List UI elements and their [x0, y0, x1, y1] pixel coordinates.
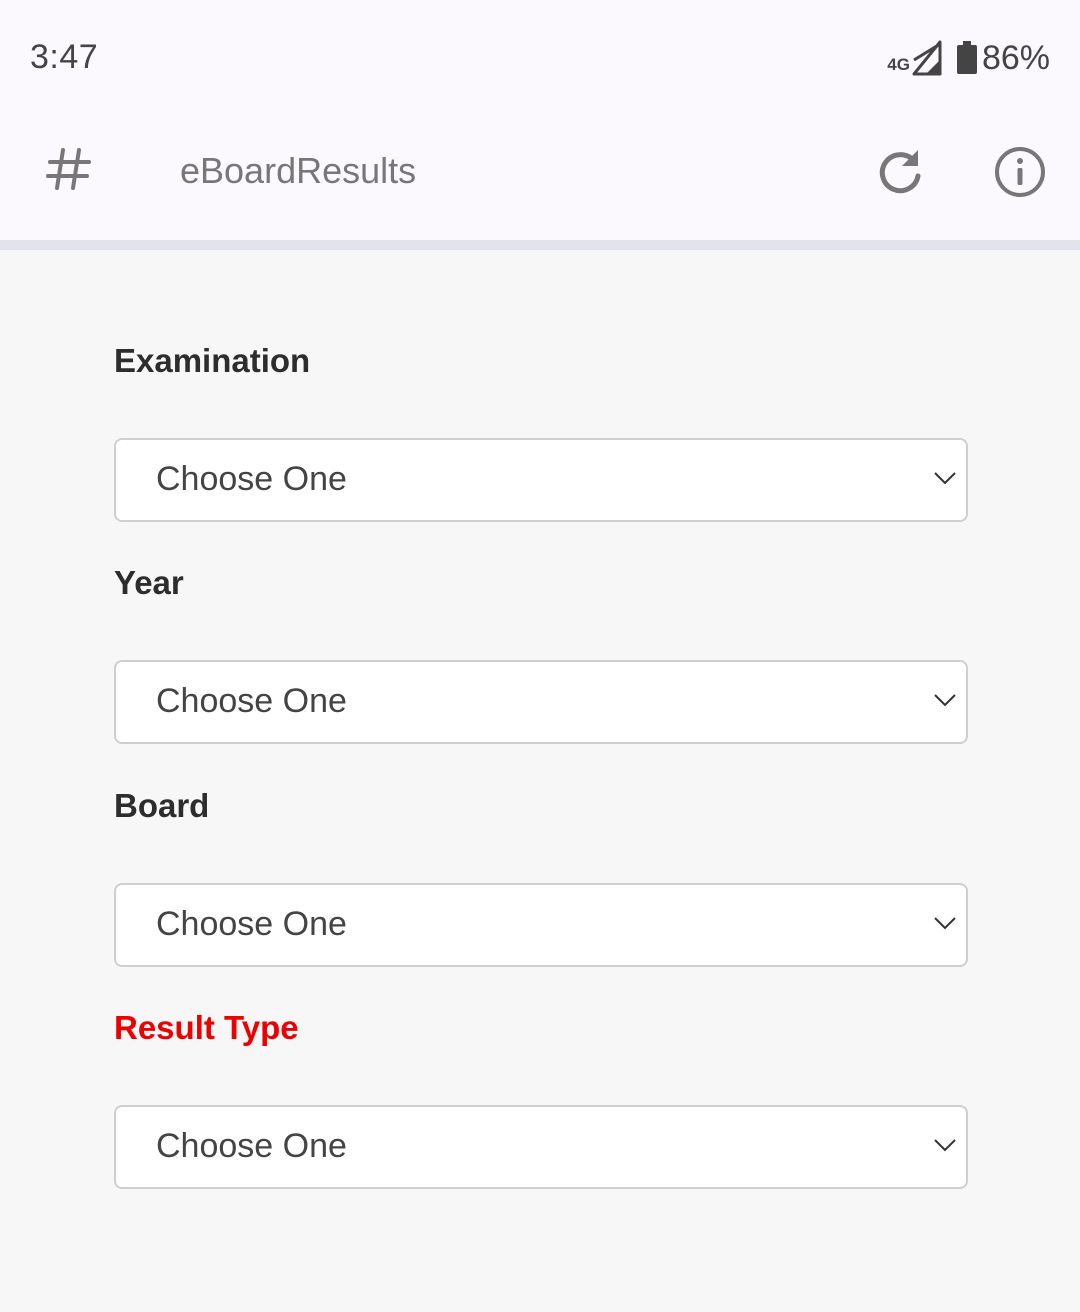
board-label: Board	[114, 787, 210, 824]
status-bar: 3:47 4G 86%	[0, 0, 1080, 110]
chevron-down-icon	[934, 472, 956, 485]
app-bar: eBoardResults	[0, 110, 1080, 240]
refresh-icon[interactable]	[874, 146, 926, 198]
status-icons: 4G 86%	[887, 36, 1050, 80]
examination-label: Examination	[114, 342, 311, 379]
battery-icon	[956, 41, 977, 74]
chevron-down-icon	[934, 694, 956, 707]
status-time: 3:47	[30, 38, 99, 76]
year-select[interactable]: Choose One	[114, 660, 968, 744]
battery-percent: 86%	[981, 38, 1050, 77]
result-type-select[interactable]: Choose One	[114, 1105, 968, 1189]
result-type-select-value: Choose One	[156, 1127, 347, 1165]
board-select[interactable]: Choose One	[114, 883, 968, 967]
hash-icon[interactable]	[44, 144, 94, 194]
info-icon[interactable]	[992, 144, 1048, 200]
app-title: eBoardResults	[180, 150, 417, 191]
top-bar: 3:47 4G 86% eBoardResults	[0, 0, 1080, 240]
network-type: 4G	[887, 55, 910, 74]
chevron-down-icon	[934, 1139, 956, 1152]
signal-icon	[912, 40, 942, 76]
header-divider	[0, 240, 1080, 250]
year-select-value: Choose One	[156, 682, 347, 720]
examination-select-value: Choose One	[156, 460, 347, 498]
result-type-label: Result Type	[114, 1009, 299, 1046]
year-label: Year	[114, 564, 184, 601]
chevron-down-icon	[934, 917, 956, 930]
examination-select[interactable]: Choose One	[114, 438, 968, 522]
board-select-value: Choose One	[156, 905, 347, 943]
